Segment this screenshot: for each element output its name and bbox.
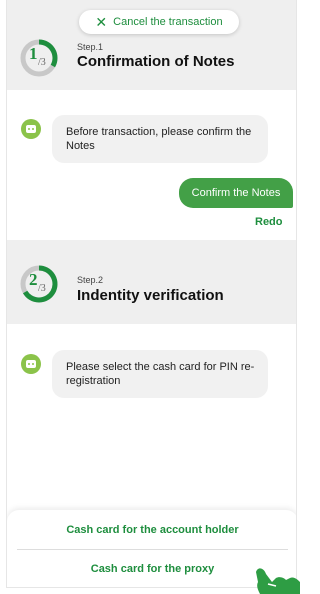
redo-link[interactable]: Redo <box>255 216 283 228</box>
bot-icon <box>21 354 41 374</box>
step2-progress-number: 2 <box>29 270 38 289</box>
step1-title: Confirmation of Notes <box>77 53 235 70</box>
close-icon: ✕ <box>95 14 108 30</box>
cancel-transaction-button[interactable]: ✕ Cancel the transaction <box>79 10 239 34</box>
chat-message-1: Before transaction, please confirm the N… <box>52 115 268 163</box>
pointing-hand-icon <box>256 568 300 594</box>
step2-title: Indentity verification <box>77 287 224 304</box>
step1-progress-ring: 1 /3 <box>19 38 59 78</box>
bot-icon <box>21 119 41 139</box>
chat-message-2: Please select the cash card for PIN re-r… <box>52 350 268 398</box>
step1-progress-total: /3 <box>38 57 46 68</box>
step2-progress-total: /3 <box>38 283 46 294</box>
cancel-transaction-label: Cancel the transaction <box>113 16 223 28</box>
step1-progress-number: 1 <box>29 44 38 63</box>
account-holder-card-option[interactable]: Cash card for the account holder <box>7 524 296 536</box>
sheet-divider <box>17 549 288 550</box>
step1-label: Step.1 <box>77 42 104 52</box>
step2-progress-ring: 2 /3 <box>19 264 59 304</box>
confirm-notes-button[interactable]: Confirm the Notes <box>179 178 293 208</box>
step2-header: 2 /3 Step.2 Indentity verification <box>7 240 296 324</box>
app-frame: 1 /3 Step.1 Confirmation of Notes ✕ Canc… <box>6 0 297 588</box>
step2-label: Step.2 <box>77 275 104 285</box>
